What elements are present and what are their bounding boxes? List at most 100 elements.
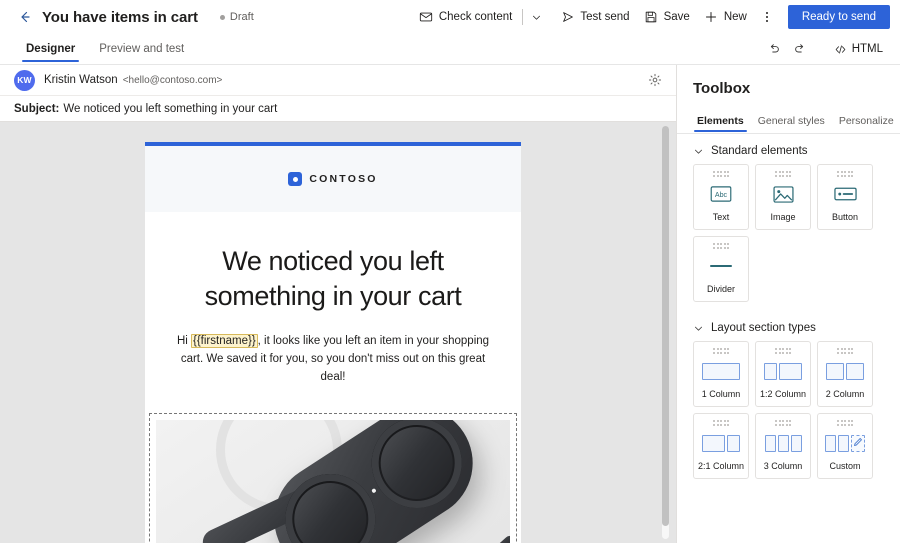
tab-preview-and-test[interactable]: Preview and test <box>91 33 192 64</box>
back-button[interactable] <box>14 6 36 28</box>
layout-card-1-column-label: 1 Column <box>701 389 741 399</box>
email-heading[interactable]: We noticed you left something in your ca… <box>171 244 495 313</box>
gear-icon <box>648 73 662 87</box>
layout-card-1-column[interactable]: 1 Column <box>693 341 749 407</box>
more-options-button[interactable] <box>756 4 778 30</box>
section-layout-types-header[interactable]: Layout section types <box>677 302 900 341</box>
layout-1col-icon <box>702 354 740 390</box>
command-group: Check content Test send Save New <box>412 4 778 30</box>
toolbox-tab-strip: Elements General styles Personalize <box>677 97 900 134</box>
contoso-logo-icon <box>288 172 303 186</box>
tab-elements-label: Elements <box>697 115 744 127</box>
top-command-bar: You have items in cart Draft Check conte… <box>0 0 900 34</box>
check-content-label: Check content <box>438 11 513 23</box>
subject-value: We noticed you left something in your ca… <box>63 102 278 115</box>
email-header-section[interactable]: CONTOSO <box>145 146 521 212</box>
layout-card-custom-label: Custom <box>829 461 861 471</box>
test-send-label: Test send <box>580 11 630 23</box>
layout-3col-icon <box>764 426 802 462</box>
svg-text:Abc: Abc <box>715 191 728 199</box>
new-button[interactable]: New <box>697 4 754 30</box>
email-settings-button[interactable] <box>644 69 666 91</box>
tab-designer[interactable]: Designer <box>18 33 83 64</box>
section-standard-elements-label: Standard elements <box>711 145 808 157</box>
personalization-token[interactable]: {{firstname}} <box>191 334 258 349</box>
tab-preview-and-test-label: Preview and test <box>99 42 185 55</box>
tab-elements[interactable]: Elements <box>691 109 750 133</box>
section-standard-elements-header[interactable]: Standard elements <box>677 134 900 164</box>
tab-general-styles[interactable]: General styles <box>752 109 831 133</box>
new-label: New <box>723 11 747 23</box>
photo-case-led <box>370 487 377 494</box>
layout-card-1-2-column[interactable]: 1:2 Column <box>755 341 811 407</box>
page-title: You have items in cart <box>42 8 198 26</box>
image-element-icon <box>772 177 794 213</box>
layout-card-2-column[interactable]: 2 Column <box>817 341 873 407</box>
ready-to-send-button[interactable]: Ready to send <box>787 5 890 29</box>
standard-elements-grid: Abc Text Image Button Divider <box>677 164 900 302</box>
email-document[interactable]: CONTOSO We noticed you left something in… <box>145 142 521 543</box>
undo-icon <box>770 44 779 53</box>
email-body-text[interactable]: Hi {{firstname}}, it looks like you left… <box>171 333 495 412</box>
layout-2-1col-icon <box>702 426 740 462</box>
wireless-earbuds-photo[interactable] <box>156 419 510 543</box>
code-icon <box>835 45 845 53</box>
test-send-button[interactable]: Test send <box>553 4 636 30</box>
section-layout-types-label: Layout section types <box>711 322 816 334</box>
save-label: Save <box>663 11 690 23</box>
body-prefix: Hi <box>176 335 191 348</box>
brand-name: CONTOSO <box>309 173 378 185</box>
divider-element-icon <box>709 249 733 285</box>
layout-card-custom[interactable]: Custom <box>817 413 873 479</box>
chevron-down-icon <box>693 146 704 157</box>
check-content-button[interactable]: Check content <box>412 4 520 30</box>
workspace: KW Kristin Watson <hello@contoso.com> Su… <box>0 65 900 543</box>
element-card-image-label: Image <box>770 212 796 222</box>
avatar: KW <box>14 69 35 91</box>
email-image-section[interactable] <box>149 412 517 543</box>
layout-card-2-1-column-label: 2:1 Column <box>697 461 745 471</box>
html-label: HTML <box>851 43 883 55</box>
canvas-scrollbar[interactable] <box>662 126 669 539</box>
check-content-caret[interactable] <box>526 4 547 30</box>
layout-card-3-column-label: 3 Column <box>763 461 803 471</box>
layout-2col-icon <box>826 354 864 390</box>
element-card-text[interactable]: Abc Text <box>693 164 749 230</box>
photo-decor-stylus-dark <box>458 532 510 543</box>
email-hero-section[interactable]: We noticed you left something in your ca… <box>145 212 521 413</box>
redo-button[interactable] <box>787 37 813 61</box>
redo-icon <box>794 44 803 53</box>
subject-row[interactable]: Subject: We noticed you left something i… <box>0 96 676 122</box>
sender-name[interactable]: Kristin Watson <box>44 74 118 86</box>
email-canvas: CONTOSO We noticed you left something in… <box>0 122 676 543</box>
layout-card-3-column[interactable]: 3 Column <box>755 413 811 479</box>
status-dot-icon <box>219 14 225 20</box>
layout-custom-icon <box>825 426 865 462</box>
layout-card-2-1-column[interactable]: 2:1 Column <box>693 413 749 479</box>
sender-email[interactable]: <hello@contoso.com> <box>123 75 223 86</box>
element-card-divider[interactable]: Divider <box>693 236 749 302</box>
button-element-icon <box>833 177 857 213</box>
tab-personalize[interactable]: Personalize <box>833 109 900 133</box>
undo-button[interactable] <box>761 37 787 61</box>
designer-tab-strip: Designer Preview and test HTML <box>0 34 900 65</box>
mail-check-icon <box>419 10 434 25</box>
save-button[interactable]: Save <box>637 4 697 30</box>
element-card-image[interactable]: Image <box>755 164 811 230</box>
html-view-button[interactable]: HTML <box>827 37 890 61</box>
element-card-text-label: Text <box>712 212 730 222</box>
element-card-divider-label: Divider <box>706 284 735 294</box>
arrow-left-icon <box>21 11 30 23</box>
email-editor-pane: KW Kristin Watson <hello@contoso.com> Su… <box>0 65 676 543</box>
pencil-icon <box>853 436 863 450</box>
toolbox-title: Toolbox <box>693 80 751 97</box>
toolbox-panel: Toolbox Elements General styles Personal… <box>676 65 900 543</box>
layout-types-grid: 1 Column 1:2 Column 2 Column 2:1 Column … <box>677 341 900 479</box>
tab-general-styles-label: General styles <box>757 115 825 127</box>
toolbox-content: Standard elements Abc Text Image Button … <box>677 134 900 543</box>
element-card-button[interactable]: Button <box>817 164 873 230</box>
brand-lockup: CONTOSO <box>288 172 377 186</box>
subject-label: Subject: <box>14 102 60 115</box>
canvas-scrollbar-thumb[interactable] <box>662 126 669 526</box>
sender-row: KW Kristin Watson <hello@contoso.com> <box>0 65 676 96</box>
